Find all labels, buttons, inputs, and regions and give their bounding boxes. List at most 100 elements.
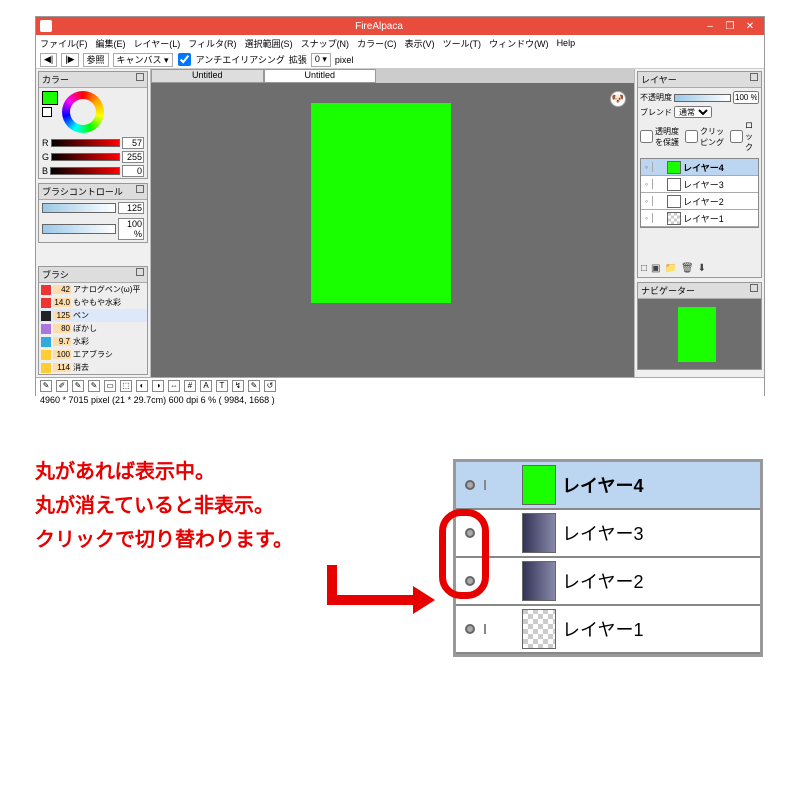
menubar: ファイル(F) 編集(E) レイヤー(L) フィルタ(R) 選択範囲(S) スナップ(N)… (36, 35, 764, 51)
tool-button[interactable]: ✎ (88, 380, 100, 392)
visibility-toggle[interactable] (456, 480, 486, 490)
brush-color-icon (41, 363, 51, 373)
brush-item[interactable]: 100エアブラシ (39, 348, 147, 361)
rgb-label: R (42, 138, 49, 148)
layer-name: レイヤー1 (683, 212, 724, 225)
tool-button[interactable]: ✎ (40, 380, 52, 392)
lock-checkbox[interactable] (730, 130, 743, 143)
menu-item[interactable]: カラー(C) (357, 37, 397, 50)
anno-layer-row[interactable]: レイヤー4 (456, 462, 760, 510)
color-wheel[interactable] (62, 91, 104, 133)
tool-button[interactable]: # (184, 380, 196, 392)
brush-item[interactable]: 42アナログペン(ω)平 (39, 283, 147, 296)
app-window: FireAlpaca – ❐ ✕ ファイル(F) 編集(E) レイヤー(L) フィルタ… (35, 16, 765, 396)
menu-item[interactable]: 表示(V) (405, 37, 435, 50)
rgb-value[interactable]: 57 (122, 137, 144, 149)
brush-item[interactable]: 14.0もやもや水彩 (39, 296, 147, 309)
tool-button[interactable]: A (200, 380, 212, 392)
brush-item[interactable]: 125ペン (39, 309, 147, 322)
layer-name: レイヤー2 (562, 568, 643, 594)
tool-button[interactable]: ⬚ (120, 380, 132, 392)
tool-button[interactable]: ✐ (56, 380, 68, 392)
close-button[interactable]: ✕ (740, 21, 760, 32)
layer-op-button[interactable]: 🗑 (681, 263, 694, 274)
brush-slider[interactable] (42, 224, 116, 234)
nav-back-button[interactable]: ◀| (40, 53, 57, 67)
panel-menu-icon[interactable] (136, 185, 144, 193)
extend-value[interactable]: 0 ▾ (311, 53, 331, 67)
rgb-slider[interactable] (51, 153, 120, 161)
document-tab[interactable]: Untitled (151, 69, 264, 83)
visibility-toggle[interactable]: ◦ (641, 196, 653, 206)
document-canvas[interactable] (311, 103, 451, 303)
tool-button[interactable]: ↯ (232, 380, 244, 392)
antialias-checkbox[interactable] (178, 53, 191, 66)
rgb-value[interactable]: 0 (122, 165, 144, 177)
clipping-checkbox[interactable] (685, 130, 698, 143)
layer-row[interactable]: ◦ レイヤー1 (641, 210, 758, 227)
panel-menu-icon[interactable] (136, 268, 144, 276)
brush-slider-value[interactable]: 125 (118, 202, 144, 214)
menu-item[interactable]: Help (557, 38, 576, 48)
tool-button[interactable]: ◐ (136, 380, 148, 392)
color-swatch[interactable] (42, 91, 58, 133)
reference-button[interactable]: 参照 (83, 53, 109, 67)
visibility-toggle[interactable]: ◦ (641, 179, 653, 189)
menu-item[interactable]: 選択範囲(S) (245, 37, 293, 50)
tool-button[interactable]: T (216, 380, 228, 392)
tool-button[interactable]: ✎ (72, 380, 84, 392)
menu-item[interactable]: スナップ(N) (301, 37, 350, 50)
anno-layer-row[interactable]: レイヤー3 (456, 510, 760, 558)
layer-op-button[interactable]: □ (641, 263, 647, 274)
maximize-button[interactable]: ❐ (720, 21, 740, 32)
visibility-toggle[interactable]: ◦ (641, 162, 653, 172)
menu-item[interactable]: フィルタ(R) (188, 37, 236, 50)
tool-button[interactable]: ⇔ (168, 380, 180, 392)
canvas-select[interactable]: キャンバス ▾ (113, 53, 173, 67)
menu-item[interactable]: ツール(T) (443, 37, 482, 50)
navigator-view[interactable] (638, 299, 761, 369)
opacity-label: 不透明度 (640, 92, 672, 103)
tool-button[interactable]: ◑ (152, 380, 164, 392)
blend-select[interactable]: 通常 (674, 106, 712, 118)
tool-button[interactable]: ↺ (264, 380, 276, 392)
anno-layer-row[interactable]: レイヤー2 (456, 558, 760, 606)
menu-item[interactable]: レイヤー(L) (134, 37, 181, 50)
minimize-button[interactable]: – (700, 21, 720, 32)
layer-op-button[interactable]: ⬇ (698, 263, 706, 274)
avatar-icon[interactable]: 🐶 (610, 91, 626, 107)
protect-alpha-checkbox[interactable] (640, 130, 653, 143)
layer-row[interactable]: ◦レイヤー3 (641, 176, 758, 193)
panel-menu-icon[interactable] (750, 284, 758, 292)
rgb-value[interactable]: 255 (122, 151, 144, 163)
visibility-toggle[interactable]: ◦ (641, 213, 653, 223)
menu-item[interactable]: 編集(E) (96, 37, 126, 50)
opacity-value[interactable] (733, 91, 759, 104)
anno-layer-row[interactable]: レイヤー1 (456, 606, 760, 654)
panel-menu-icon[interactable] (750, 73, 758, 81)
layer-row[interactable]: ◦レイヤー2 (641, 193, 758, 210)
tool-button[interactable]: ✎ (248, 380, 260, 392)
menu-item[interactable]: ウィンドウ(W) (489, 37, 549, 50)
menu-item[interactable]: ファイル(F) (40, 37, 88, 50)
document-tab[interactable]: Untitled (264, 69, 377, 83)
rgb-slider[interactable] (50, 167, 120, 175)
nav-forward-button[interactable]: |▶ (61, 53, 78, 67)
rgb-slider[interactable] (51, 139, 121, 147)
brush-item[interactable]: 9.7水彩 (39, 335, 147, 348)
layer-op-button[interactable]: ▣ (651, 263, 660, 274)
color-panel: カラー R57G255B0 (38, 71, 148, 179)
opacity-slider[interactable] (674, 94, 731, 102)
antialias-label: アンチエイリアシング (196, 53, 285, 66)
brush-slider[interactable] (42, 203, 116, 213)
tool-button[interactable]: ▭ (104, 380, 116, 392)
canvas-area[interactable]: UntitledUntitled 🐶 (151, 69, 634, 377)
brush-slider-value[interactable]: 100 % (118, 218, 144, 240)
panel-menu-icon[interactable] (136, 73, 144, 81)
layer-row[interactable]: ◦レイヤー4 (641, 159, 758, 176)
layer-op-button[interactable]: 📁 (665, 263, 677, 274)
titlebar[interactable]: FireAlpaca – ❐ ✕ (36, 17, 764, 35)
visibility-toggle[interactable] (456, 624, 486, 634)
brush-item[interactable]: 114消去 (39, 361, 147, 374)
brush-item[interactable]: 80ぼかし (39, 322, 147, 335)
